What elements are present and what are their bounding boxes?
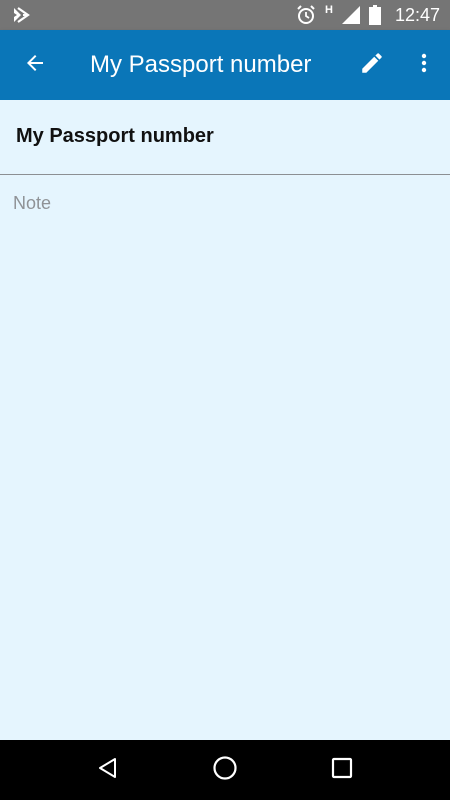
- more-vert-icon: [412, 51, 436, 80]
- app-notification-icon: [12, 7, 30, 23]
- nav-back-button[interactable]: [78, 740, 138, 800]
- pencil-icon: [359, 50, 385, 81]
- home-circle-icon: [212, 755, 238, 786]
- navigation-bar: [0, 740, 450, 800]
- recents-square-icon: [331, 757, 353, 784]
- status-left: [12, 0, 30, 30]
- back-triangle-icon: [96, 756, 120, 785]
- status-bar: H 12:47: [0, 0, 450, 30]
- more-options-button[interactable]: [398, 30, 450, 100]
- network-type-label: H: [325, 4, 333, 16]
- entry-title: My Passport number: [0, 100, 450, 175]
- nav-home-button[interactable]: [195, 740, 255, 800]
- alarm-icon: [295, 4, 317, 26]
- status-time: 12:47: [394, 4, 440, 25]
- signal-icon: [341, 5, 361, 25]
- edit-button[interactable]: [346, 30, 398, 100]
- entry-content: My Passport number Note: [0, 100, 450, 740]
- back-arrow-icon: [23, 51, 47, 80]
- battery-icon: [368, 5, 381, 25]
- status-right: H 12:47: [295, 0, 440, 30]
- note-field[interactable]: Note: [0, 175, 450, 232]
- app-bar-title: My Passport number: [90, 51, 312, 78]
- app-bar: My Passport number: [0, 30, 450, 100]
- back-button[interactable]: [0, 30, 70, 100]
- nav-recents-button[interactable]: [312, 740, 372, 800]
